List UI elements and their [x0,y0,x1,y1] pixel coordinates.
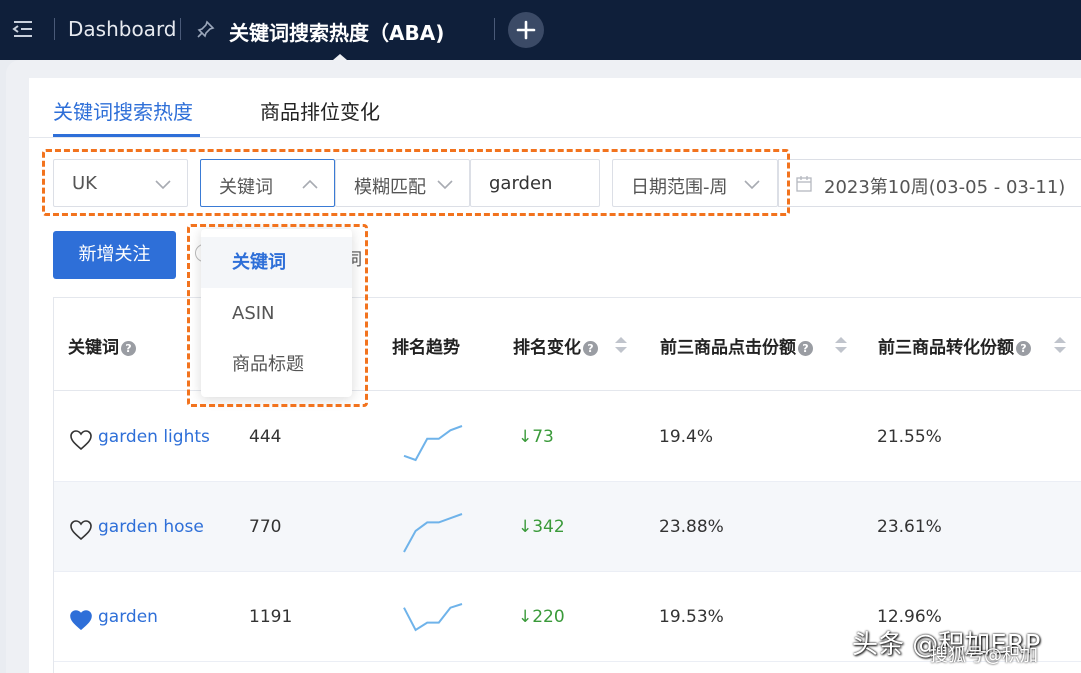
column-header-keyword: 关键词? [68,333,136,358]
column-header-label: 前三商品点击份额 [660,338,796,358]
add-tab-button[interactable] [508,12,544,48]
heart-filled-icon[interactable] [69,609,93,631]
column-header-label: 前三商品转化份额 [878,338,1014,358]
calendar-icon [796,176,812,192]
heart-outline-icon[interactable] [69,519,93,541]
heart-outline-icon[interactable] [69,429,93,451]
highlight-filters-box [42,149,790,216]
table-row: garden hose 770 ↓342 23.88% 23.61% [54,482,1081,572]
pin-icon[interactable] [197,20,215,38]
tab-divider [29,137,1081,138]
tab-keyword-search-heat[interactable]: 关键词搜索热度 [53,96,193,125]
column-header-label: 关键词 [68,338,119,358]
sparkline-path [403,603,463,632]
rank-trend-sparkline [403,603,463,632]
column-header-top3-click-share: 前三商品点击份额? [660,333,813,358]
topbar-divider [494,18,495,40]
help-icon[interactable]: ? [121,341,136,356]
rank-value: 444 [249,427,282,447]
dashboard-tab[interactable]: Dashboard [68,17,177,41]
plus-icon [516,20,536,40]
topbar-divider [54,18,55,40]
column-header-label: 排名变化 [513,338,581,358]
keyword-link[interactable]: garden [98,607,158,627]
click-share-value: 23.88% [659,517,724,537]
rank-change-value: ↓73 [518,427,554,447]
week-date-picker[interactable]: 2023第10周(03-05 - 03-11) [778,159,1081,207]
help-icon[interactable]: ? [798,341,813,356]
sparkline-path [403,425,463,462]
rank-trend-sparkline [403,513,463,553]
collapse-menu-icon[interactable] [12,18,34,40]
rank-value: 1191 [249,607,293,627]
keyword-link[interactable]: garden hose [98,517,204,537]
column-header-rank-trend: 排名趋势 [392,333,460,358]
sparkline-path [403,513,463,553]
rank-change-value: ↓342 [518,517,565,537]
watermark-subtext: 搜狐号@积加 [930,645,1038,666]
column-header-top3-conv-share: 前三商品转化份额? [878,333,1031,358]
conversion-share-value: 21.55% [877,427,942,447]
add-follow-button[interactable]: 新增关注 [53,231,176,279]
top-bar: Dashboard 关键词搜索热度（ABA) [0,0,1081,60]
active-page-tab[interactable]: 关键词搜索热度（ABA) [229,17,444,46]
column-header-rank-change: 排名变化? [513,333,598,358]
rank-value: 770 [249,517,282,537]
date-value: 2023第10周(03-05 - 03-11) [824,177,1066,198]
sort-icon[interactable] [834,335,848,355]
click-share-value: 19.53% [659,607,724,627]
highlight-dropdown-box [187,224,368,407]
help-icon[interactable]: ? [583,341,598,356]
column-header-label: 排名趋势 [392,338,460,358]
topbar-divider [180,18,181,40]
sort-icon[interactable] [1053,335,1067,355]
help-icon[interactable]: ? [1016,341,1031,356]
click-share-value: 19.4% [659,427,714,447]
rank-trend-sparkline [403,425,463,462]
keyword-link[interactable]: garden lights [98,427,210,447]
rank-change-value: ↓220 [518,607,565,627]
conversion-share-value: 23.61% [877,517,942,537]
sort-icon[interactable] [614,335,628,355]
tab-product-rank-change[interactable]: 商品排位变化 [260,96,380,125]
